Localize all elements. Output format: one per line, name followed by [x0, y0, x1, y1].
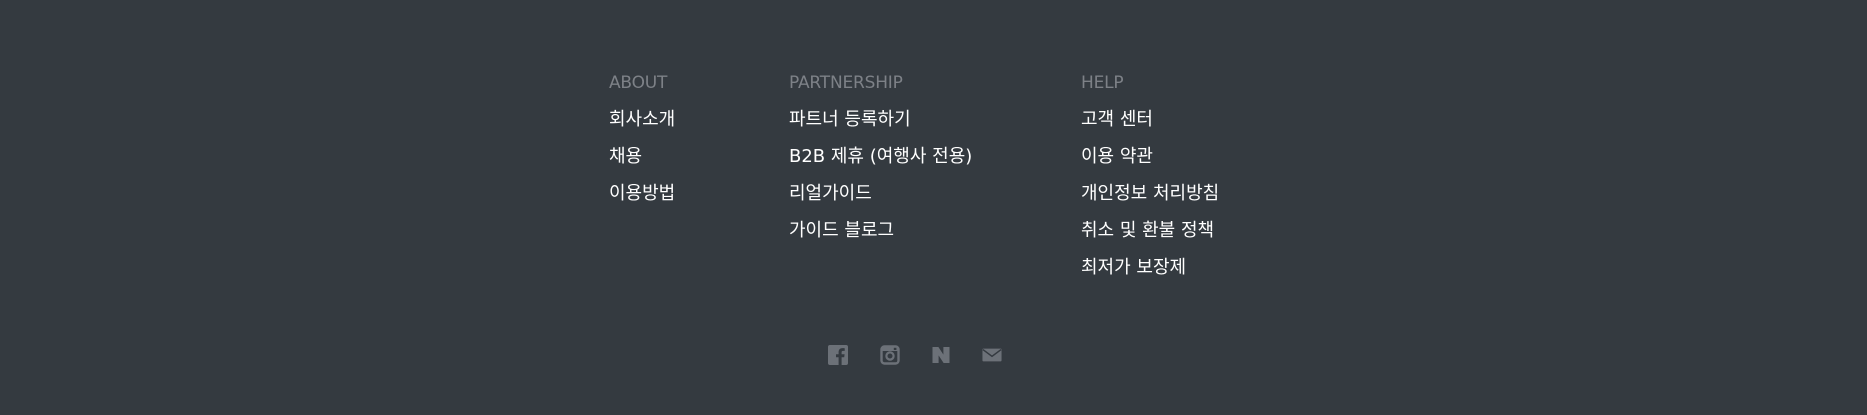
column-title-partnership: PARTNERSHIP	[789, 73, 903, 93]
instagram-icon	[880, 345, 900, 365]
site-footer: ABOUT 회사소개 채용 이용방법 PARTNERSHIP 파트너 등록하기 …	[0, 0, 1867, 415]
link-guide-blog[interactable]: 가이드 블로그	[789, 220, 894, 241]
instagram-link[interactable]	[880, 345, 900, 365]
link-how-to-use[interactable]: 이용방법	[609, 183, 675, 204]
about-links: 회사소개 채용 이용방법	[609, 108, 675, 219]
partnership-links: 파트너 등록하기 B2B 제휴 (여행사 전용) 리얼가이드 가이드 블로그	[789, 108, 972, 256]
link-privacy-policy[interactable]: 개인정보 처리방침	[1081, 183, 1219, 204]
link-terms-of-use[interactable]: 이용 약관	[1081, 146, 1153, 167]
facebook-icon	[828, 345, 848, 365]
link-real-guide[interactable]: 리얼가이드	[789, 183, 872, 204]
footer-column-about: ABOUT 회사소개 채용 이용방법	[609, 72, 675, 219]
link-partner-signup[interactable]: 파트너 등록하기	[789, 109, 911, 130]
link-customer-center[interactable]: 고객 센터	[1081, 109, 1153, 130]
column-title-about: ABOUT	[609, 73, 668, 93]
facebook-link[interactable]	[828, 345, 848, 365]
footer-column-help: HELP 고객 센터 이용 약관 개인정보 처리방침 취소 및 환불 정책 최저…	[1081, 72, 1219, 293]
column-title-help: HELP	[1081, 73, 1124, 93]
footer-column-partnership: PARTNERSHIP 파트너 등록하기 B2B 제휴 (여행사 전용) 리얼가…	[789, 72, 972, 256]
naver-blog-link[interactable]	[931, 345, 951, 365]
naver-blog-icon	[932, 347, 950, 363]
link-lowest-price-guarantee[interactable]: 최저가 보장제	[1081, 257, 1186, 278]
mail-link[interactable]	[982, 345, 1002, 365]
link-refund-policy[interactable]: 취소 및 환불 정책	[1081, 220, 1214, 241]
link-company-intro[interactable]: 회사소개	[609, 109, 675, 130]
mail-icon	[982, 348, 1002, 362]
link-b2b-partnership[interactable]: B2B 제휴 (여행사 전용)	[789, 146, 972, 167]
link-careers[interactable]: 채용	[609, 146, 642, 167]
help-links: 고객 센터 이용 약관 개인정보 처리방침 취소 및 환불 정책 최저가 보장제	[1081, 108, 1219, 293]
